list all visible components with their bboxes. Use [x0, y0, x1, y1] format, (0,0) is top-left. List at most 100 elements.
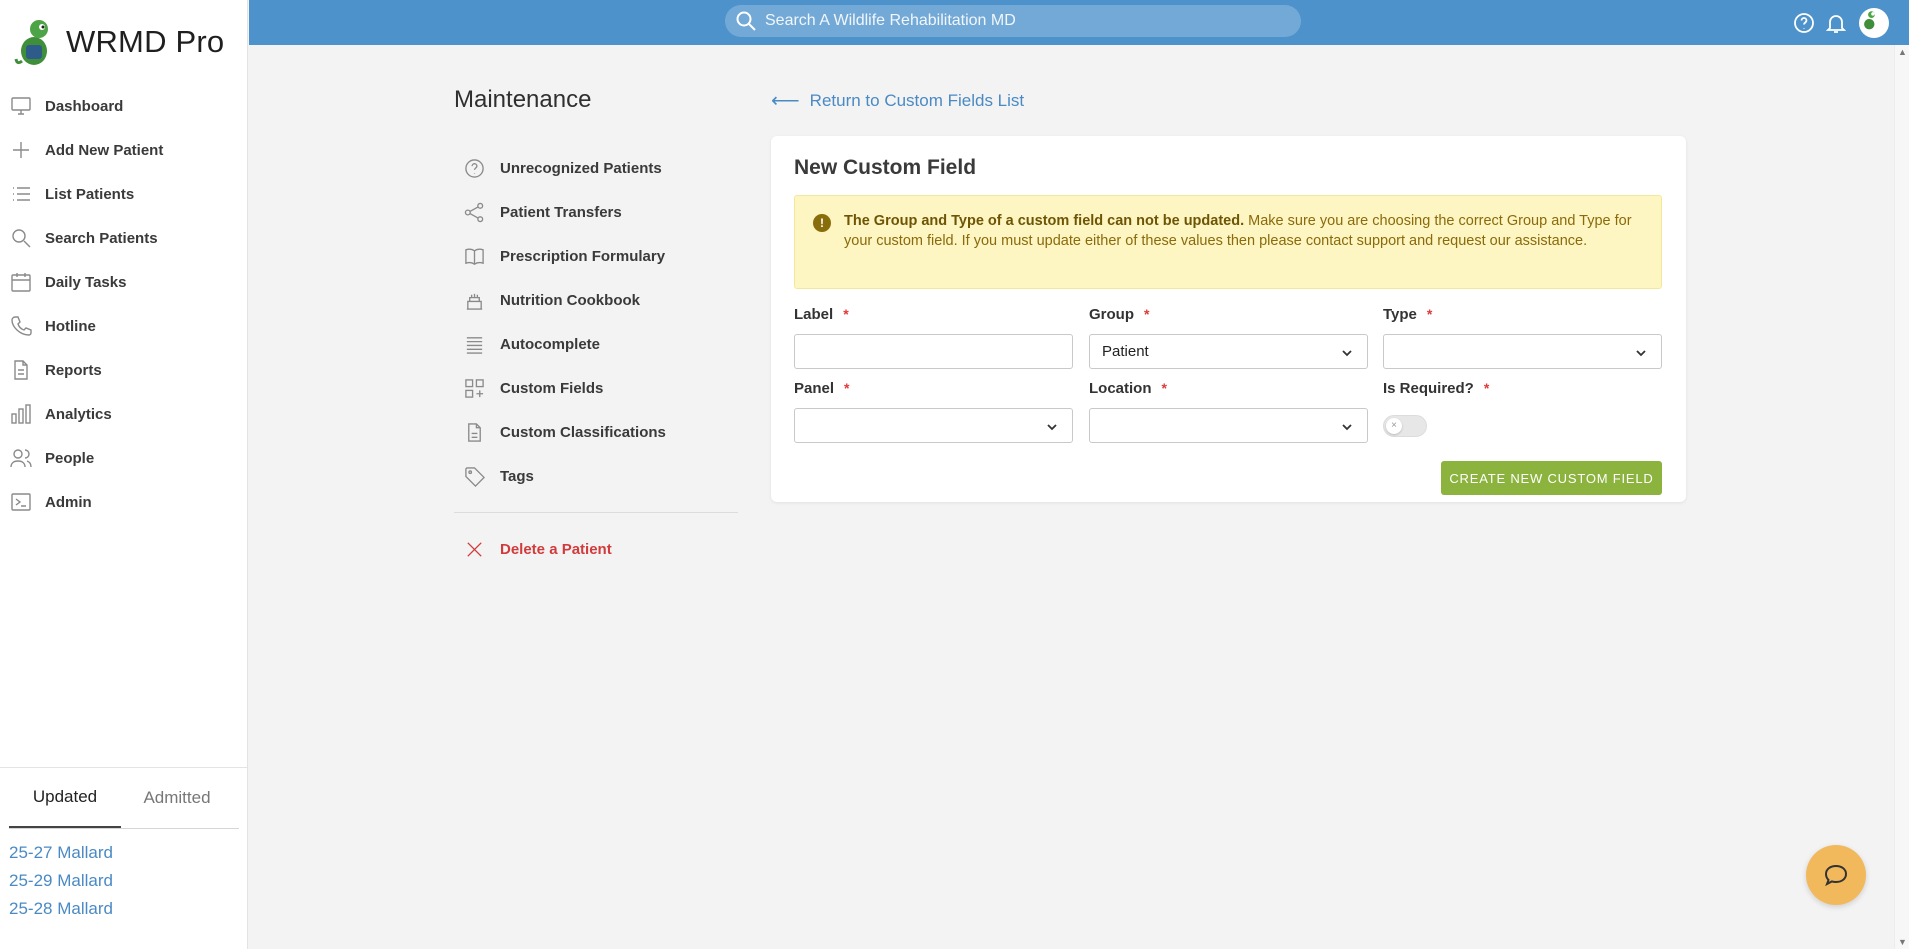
cake-icon: [466, 293, 483, 310]
search-input[interactable]: [765, 12, 1285, 30]
help-button[interactable]: [1793, 12, 1815, 34]
warning-alert: ! The Group and Type of a custom field c…: [794, 195, 1662, 289]
menu-unrecognized-patients[interactable]: Unrecognized Patients: [454, 146, 738, 190]
nav-people[interactable]: People: [0, 436, 247, 480]
nav-daily-tasks[interactable]: Daily Tasks: [0, 260, 247, 304]
nav-label: List Patients: [45, 185, 135, 203]
terminal-icon: [11, 493, 31, 511]
panel-field: Panel *: [794, 378, 1073, 443]
menu-patient-transfers[interactable]: Patient Transfers: [454, 190, 738, 234]
nav-list-patients[interactable]: List Patients: [0, 172, 247, 216]
menu-nutrition-cookbook[interactable]: Nutrition Cookbook: [454, 278, 738, 322]
create-new-custom-field-button[interactable]: CREATE NEW CUSTOM FIELD: [1441, 461, 1662, 495]
return-to-custom-fields-link[interactable]: ⟵ Return to Custom Fields List: [771, 88, 1024, 113]
alert-bold-text: The Group and Type of a custom field can…: [844, 213, 1245, 229]
brand[interactable]: WRMD Pro: [0, 0, 247, 84]
lines-icon: [466, 336, 483, 354]
grid-plus-icon: [465, 378, 484, 398]
recent-list: 25-27 Mallard 25-29 Mallard 25-28 Mallar…: [0, 829, 248, 923]
is-required-field: Is Required? * ×: [1383, 378, 1662, 437]
nav-dashboard[interactable]: Dashboard: [0, 84, 247, 128]
main-nav: Dashboard Add New Patient List Patients …: [0, 84, 247, 524]
type-field-label: Type: [1383, 305, 1417, 323]
menu-label: Patient Transfers: [500, 203, 622, 221]
menu-autocomplete[interactable]: Autocomplete: [454, 322, 738, 366]
card-title: New Custom Field: [794, 156, 977, 179]
nav-analytics[interactable]: Analytics: [0, 392, 247, 436]
is-required-toggle[interactable]: ×: [1383, 415, 1427, 437]
menu-label: Unrecognized Patients: [500, 159, 662, 177]
scroll-down-icon[interactable]: ▼: [1898, 937, 1907, 947]
label-field-label: Label: [794, 305, 834, 323]
notifications-button[interactable]: [1825, 12, 1847, 34]
plus-icon: [13, 142, 29, 158]
menu-label: Custom Fields: [500, 379, 604, 397]
tab-updated[interactable]: Updated: [9, 768, 121, 828]
nav-label: Hotline: [45, 317, 96, 335]
close-icon: [467, 541, 482, 557]
nav-label: Add New Patient: [45, 141, 164, 159]
maintenance-title: Maintenance: [454, 86, 592, 113]
type-field: Type *: [1383, 304, 1662, 369]
field-label: Type *: [1383, 304, 1662, 324]
field-label: Panel *: [794, 378, 1073, 398]
menu-delete-patient[interactable]: Delete a Patient: [454, 527, 738, 571]
gecko-avatar-icon: [1862, 9, 1877, 31]
scroll-up-icon[interactable]: ▲: [1898, 47, 1907, 57]
nav-add-new-patient[interactable]: Add New Patient: [0, 128, 247, 172]
maintenance-menu: Unrecognized Patients Patient Transfers …: [454, 146, 738, 498]
support-chat-button[interactable]: [1806, 845, 1866, 905]
required-star: *: [1144, 306, 1150, 322]
group-field-label: Group: [1089, 305, 1134, 323]
global-search[interactable]: [725, 5, 1301, 37]
nav-hotline[interactable]: Hotline: [0, 304, 247, 348]
panel-field-label: Panel: [794, 379, 835, 397]
nav-label: Reports: [45, 361, 102, 379]
recent-patient-link[interactable]: 25-28 Mallard: [9, 895, 248, 923]
recent-patient-link[interactable]: 25-29 Mallard: [9, 867, 248, 895]
required-star: *: [843, 306, 849, 322]
recent-patient-link[interactable]: 25-27 Mallard: [9, 839, 248, 867]
nav-admin[interactable]: Admin: [0, 480, 247, 524]
file-icon: [468, 422, 481, 442]
field-label: Group *: [1089, 304, 1368, 324]
avatar[interactable]: [1859, 8, 1889, 38]
label-field: Label *: [794, 304, 1073, 369]
type-select[interactable]: [1383, 334, 1662, 369]
search-icon: [12, 229, 31, 248]
label-input[interactable]: [794, 334, 1073, 369]
menu-custom-classifications[interactable]: Custom Classifications: [454, 410, 738, 454]
panel-select[interactable]: [794, 408, 1073, 443]
nav-reports[interactable]: Reports: [0, 348, 247, 392]
phone-icon: [11, 316, 32, 336]
menu-divider: [454, 512, 738, 513]
monitor-icon: [11, 97, 31, 115]
question-circle-icon: [465, 158, 484, 178]
nav-label: Dashboard: [45, 97, 124, 115]
chevron-down-icon: [1341, 420, 1353, 432]
brand-name: WRMD Pro: [66, 24, 225, 59]
back-link-label: Return to Custom Fields List: [809, 90, 1025, 110]
menu-prescription-formulary[interactable]: Prescription Formulary: [454, 234, 738, 278]
chevron-down-icon: [1341, 346, 1353, 358]
book-icon: [465, 248, 484, 265]
menu-label: Prescription Formulary: [500, 247, 666, 265]
menu-tags[interactable]: Tags: [454, 454, 738, 498]
group-select[interactable]: Patient: [1089, 334, 1368, 369]
page-scrollbar[interactable]: ▲ ▼: [1894, 45, 1909, 949]
recent-tabs: Updated Admitted: [9, 768, 239, 829]
nav-label: Daily Tasks: [45, 273, 127, 291]
field-label: Is Required? *: [1383, 378, 1662, 398]
top-icons: [1783, 8, 1889, 38]
nav-search-patients[interactable]: Search Patients: [0, 216, 247, 260]
top-bar: [249, 0, 1909, 45]
share-icon: [464, 202, 484, 222]
menu-label: Delete a Patient: [500, 540, 612, 558]
tab-admitted[interactable]: Admitted: [121, 768, 233, 828]
recent-patients-panel: Updated Admitted 25-27 Mallard 25-29 Mal…: [0, 767, 248, 949]
bell-icon: [1825, 15, 1847, 33]
menu-label: Autocomplete: [500, 335, 601, 353]
menu-custom-fields[interactable]: Custom Fields: [454, 366, 738, 410]
location-select[interactable]: [1089, 408, 1368, 443]
bar-chart-icon: [11, 404, 31, 424]
